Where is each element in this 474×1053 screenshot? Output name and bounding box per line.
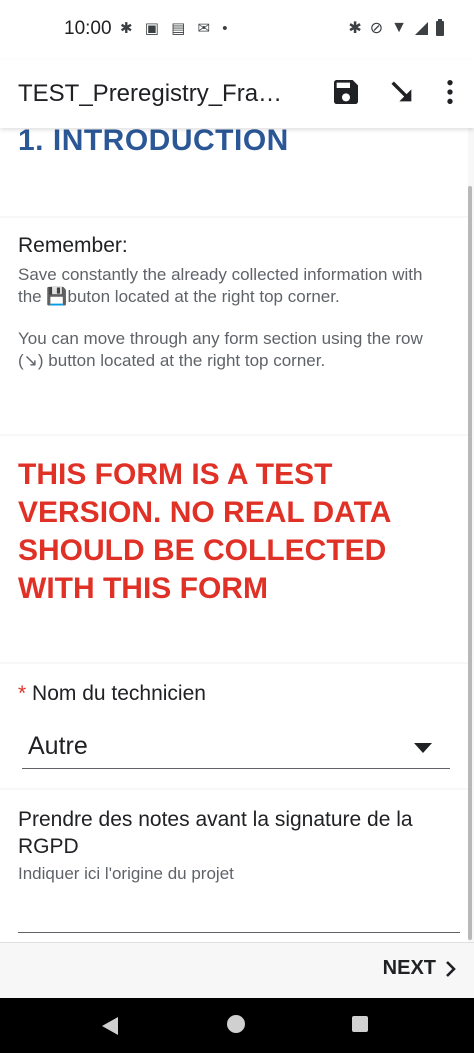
- signal-icon: [415, 21, 428, 35]
- notes-question: Prendre des notes avant la signature de …: [0, 790, 468, 942]
- technician-label-text: Nom du technicien: [32, 682, 206, 705]
- recents-icon[interactable]: [352, 1016, 368, 1032]
- battery-icon: [436, 18, 444, 36]
- notes-label: Prendre des notes avant la signature de …: [18, 808, 413, 858]
- test-warning-text: THIS FORM IS A TEST VERSION. NO REAL DAT…: [18, 458, 391, 605]
- notification-icons: ✱ ▣ ▤ ✉ •: [120, 19, 231, 37]
- technician-label: * Nom du technicien: [18, 682, 206, 706]
- technician-question: * Nom du technicien Autre: [0, 664, 468, 788]
- app-title: TEST_Preregistry_Fra…: [18, 80, 283, 107]
- technician-select[interactable]: Autre: [22, 724, 450, 769]
- dot-icon: •: [222, 20, 232, 37]
- slack-icon: ✱: [120, 20, 137, 37]
- intro-section: 1. INTRODUCTION: [0, 124, 468, 216]
- back-icon[interactable]: [102, 1017, 118, 1035]
- teams-icon: ▣: [144, 20, 163, 37]
- wifi-icon: ▼: [391, 19, 407, 36]
- remember-title: Remember:: [18, 234, 128, 257]
- required-mark: *: [18, 682, 27, 705]
- bluetooth-icon: ✱: [348, 20, 362, 37]
- form-content[interactable]: 1. INTRODUCTION Remember: Save constantl…: [0, 124, 474, 942]
- system-icons: ✱ ⊘ ▼: [348, 18, 444, 38]
- test-warning-section: THIS FORM IS A TEST VERSION. NO REAL DAT…: [0, 436, 468, 662]
- section-heading: 1. INTRODUCTION: [18, 124, 289, 157]
- bottom-bar: NEXT: [0, 942, 474, 999]
- technician-selected-value: Autre: [28, 732, 88, 760]
- remember-text-save: Save constantly the already collected in…: [18, 265, 423, 306]
- dropdown-arrow-icon: [414, 743, 432, 753]
- gmail-icon: ✉: [197, 20, 215, 37]
- status-bar: 10:00 ✱ ▣ ▤ ✉ • ✱ ⊘ ▼: [0, 0, 474, 60]
- app-bar: TEST_Preregistry_Fra…: [0, 60, 474, 128]
- save-icon[interactable]: [330, 76, 362, 108]
- more-vert-icon[interactable]: [434, 76, 466, 108]
- home-icon[interactable]: [227, 1015, 245, 1033]
- mute-icon: ⊘: [369, 20, 384, 37]
- status-time: 10:00: [64, 18, 112, 39]
- notes-hint: Indiquer ici l'origine du projet: [18, 864, 234, 883]
- system-nav-bar: [0, 998, 474, 1053]
- remember-text-navigate: You can move through any form section us…: [18, 329, 423, 370]
- chevron-right-icon: [446, 960, 456, 977]
- goto-icon[interactable]: [386, 76, 418, 108]
- scrollbar[interactable]: [468, 186, 472, 940]
- outlook-icon: ▤: [171, 20, 190, 37]
- next-button[interactable]: NEXT: [383, 957, 458, 980]
- next-label: NEXT: [382, 957, 436, 979]
- notes-input[interactable]: [18, 898, 460, 933]
- remember-section: Remember: Save constantly the already co…: [0, 218, 468, 434]
